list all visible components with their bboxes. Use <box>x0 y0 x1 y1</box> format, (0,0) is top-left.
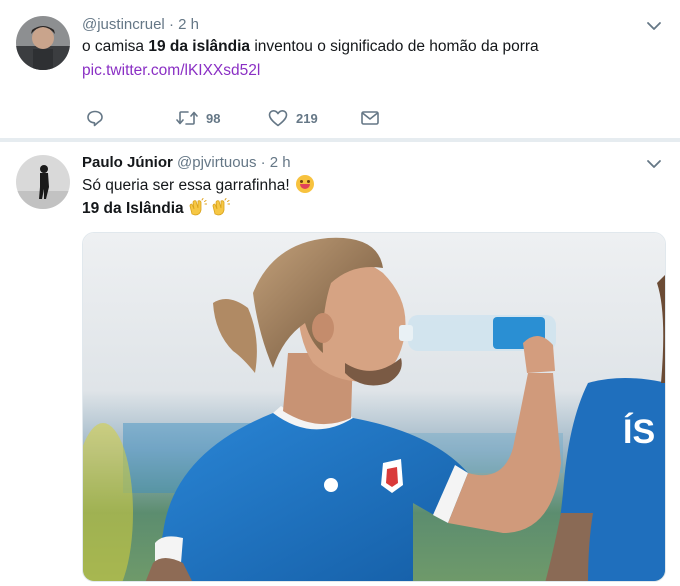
tweet-header: @justincruel · 2 h <box>82 16 199 33</box>
timestamp[interactable]: 2 h <box>270 154 291 171</box>
direct-message-button[interactable] <box>360 108 380 128</box>
tweet-header: Paulo Júnior @pjvirtuous · 2 h <box>82 154 291 171</box>
smiling-face-icon <box>295 175 314 193</box>
tweet-2[interactable]: Paulo Júnior @pjvirtuous · 2 h Só queria… <box>0 142 680 586</box>
retweet-count: 98 <box>206 110 221 126</box>
retweet-icon <box>176 111 198 125</box>
like-count: 219 <box>296 110 318 126</box>
user-handle[interactable]: @pjvirtuous <box>177 154 256 171</box>
tweet-text-line-2: 19 da Islândia <box>82 198 231 220</box>
like-button[interactable]: 219 <box>268 108 318 128</box>
clapping-hands-icon <box>212 198 231 216</box>
avatar-justincruel[interactable] <box>16 16 70 70</box>
avatar-pjvirtuous[interactable] <box>16 155 70 209</box>
chevron-down-icon[interactable] <box>646 18 662 34</box>
svg-text:ÍS: ÍS <box>623 413 655 451</box>
media-link[interactable]: pic.twitter.com/lKIXXsd52l <box>82 60 260 82</box>
chevron-down-icon[interactable] <box>646 156 662 172</box>
heart-icon <box>268 110 288 127</box>
clapping-hands-icon <box>189 198 207 216</box>
tweet-text-line-1: Só queria ser essa garrafinha! <box>82 175 314 197</box>
timestamp[interactable]: 2 h <box>178 16 199 33</box>
tweet-1[interactable]: @justincruel · 2 h o camisa 19 da islând… <box>0 0 680 138</box>
tweet-text: o camisa 19 da islândia inventou o signi… <box>82 38 539 55</box>
tweet-photo[interactable]: ÍS <box>82 232 666 582</box>
reply-icon <box>87 110 103 127</box>
tweet-actions: 98 219 <box>86 108 406 128</box>
user-handle[interactable]: @justincruel <box>82 16 165 33</box>
separator-dot: · <box>168 16 174 33</box>
retweet-button[interactable]: 98 <box>176 108 220 128</box>
display-name[interactable]: Paulo Júnior <box>82 154 173 171</box>
envelope-icon <box>361 111 379 125</box>
reply-button[interactable] <box>86 108 104 128</box>
separator-dot: · <box>260 154 266 171</box>
